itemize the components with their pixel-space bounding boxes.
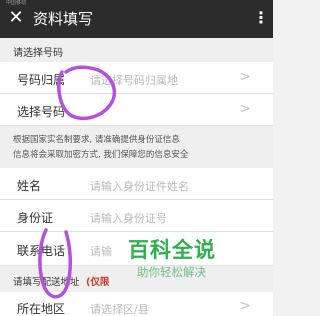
region-row[interactable]: 所在地区 请选择区/县 > <box>0 292 273 316</box>
section-remark: (仅限 <box>86 277 110 288</box>
app-bar: 中国移动 ✕ 资料填写 ⋮ <box>0 0 273 38</box>
name-row[interactable]: 姓名 请输入身份证件姓名 <box>0 168 273 200</box>
region-placeholder: 请选择区/县 <box>90 303 149 316</box>
id-card-row[interactable]: 身份证 请输入身份证号 <box>0 200 273 232</box>
number-region-placeholder: 请选择号码归属地 <box>90 74 178 87</box>
notice-line-1: 根据国家实名制要求, 请准确提供身份证信息 <box>13 135 180 145</box>
id-card-input-placeholder[interactable]: 请输入身份证号 <box>90 210 167 226</box>
row-label: 身份证 <box>17 211 54 225</box>
phone-input-placeholder[interactable]: 请输 <box>90 243 112 259</box>
section-title: 请选择号码 <box>13 48 63 59</box>
watermark-title: 百科全说 <box>128 238 216 262</box>
carrier-label: 中国移动 <box>6 0 27 6</box>
row-label: 联系电话 <box>17 244 66 258</box>
close-icon[interactable]: ✕ <box>6 8 26 28</box>
number-region-row[interactable]: 号码归属 请选择号码归属地 > <box>0 62 273 94</box>
row-label: 姓名 <box>17 179 42 193</box>
chevron-right-icon: > <box>239 101 251 117</box>
page-title: 资料填写 <box>33 10 94 28</box>
real-name-notice: 根据国家实名制要求, 请准确提供身份证信息 信息将会采取加密方式, 我们保障您的… <box>0 126 273 168</box>
chevron-right-icon: > <box>239 298 251 314</box>
section-title: 请填写配送地址 <box>13 277 80 288</box>
row-label: 选择号码 <box>17 105 66 119</box>
more-vertical-icon[interactable]: ⋮ <box>253 8 269 28</box>
name-input-placeholder[interactable]: 请输入身份证件姓名 <box>90 178 189 194</box>
row-label: 号码归属 <box>17 73 66 87</box>
watermark-subtitle: 助你轻松解决 <box>137 265 206 279</box>
section-header-number: 请选择号码 <box>0 38 273 62</box>
page: 中国移动 ✕ 资料填写 ⋮ 请选择号码 号码归属 请选择号码归属地 > 选择号码… <box>0 0 273 316</box>
chevron-right-icon: > <box>239 69 251 85</box>
select-number-row[interactable]: 选择号码 > <box>0 94 273 126</box>
row-label: 所在地区 <box>17 302 66 316</box>
notice-line-2: 信息将会采取加密方式, 我们保障您的信息安全 <box>13 150 189 160</box>
